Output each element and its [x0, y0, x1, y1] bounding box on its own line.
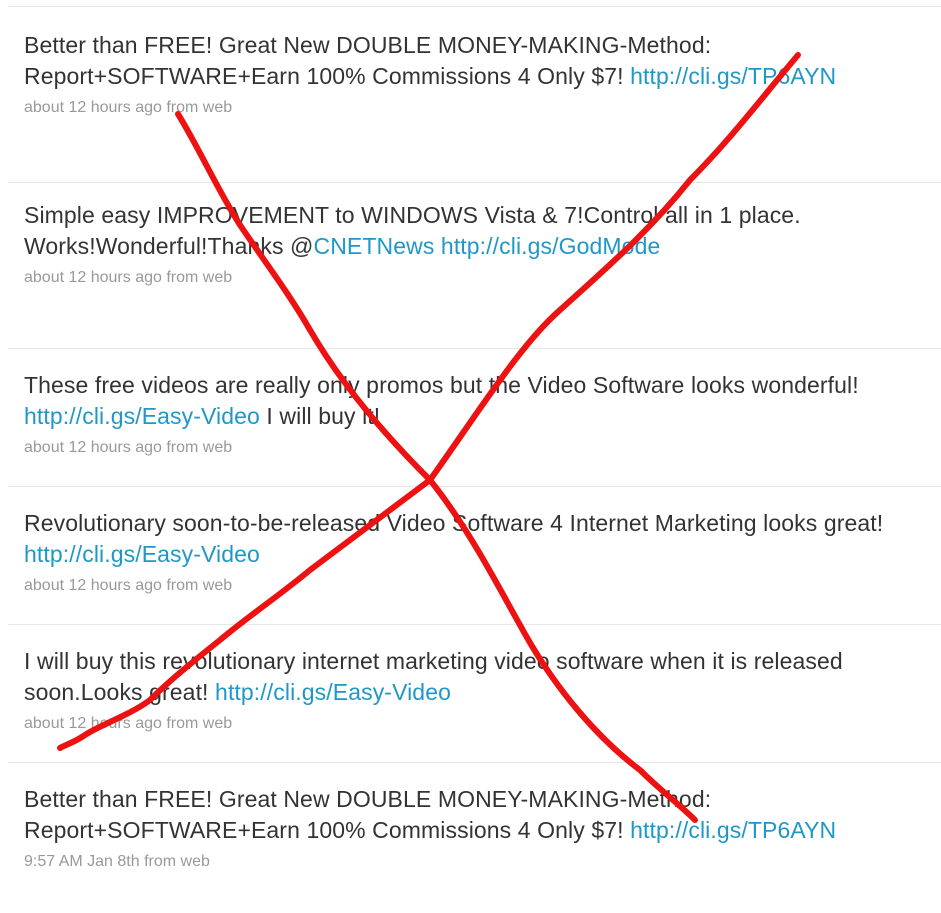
tweet-text: Revolutionary soon-to-be-released Video … [24, 510, 884, 567]
tweet-text: Better than FREE! Great New DOUBLE MONEY… [24, 786, 837, 843]
tweet-timestamp[interactable]: about 12 hours ago from web [8, 576, 941, 596]
tweet-item: These free videos are really only promos… [8, 370, 941, 487]
tweet-url-link[interactable]: http://cli.gs/GodMode [441, 233, 660, 259]
tweet-timestamp[interactable]: about 12 hours ago from web [8, 714, 941, 734]
tweet-text: I will buy this revolutionary internet m… [24, 648, 843, 705]
tweet-item: Better than FREE! Great New DOUBLE MONEY… [8, 30, 941, 183]
tweet-url-link[interactable]: http://cli.gs/Easy-Video [24, 403, 260, 429]
divider [8, 6, 941, 7]
tweet-item: Better than FREE! Great New DOUBLE MONEY… [8, 784, 941, 913]
tweet-item: Simple easy IMPROVEMENT to WINDOWS Vista… [8, 200, 941, 349]
tweet-timestamp[interactable]: 9:57 AM Jan 8th from web [8, 852, 941, 872]
tweet-timestamp[interactable]: about 12 hours ago from web [8, 268, 941, 288]
tweet-item: I will buy this revolutionary internet m… [8, 646, 941, 763]
tweet-timestamp[interactable]: about 12 hours ago from web [8, 438, 941, 458]
tweet-item: Revolutionary soon-to-be-released Video … [8, 508, 941, 625]
tweet-text: Simple easy IMPROVEMENT to WINDOWS Vista… [24, 202, 801, 259]
tweet-text: These free videos are really only promos… [24, 372, 859, 429]
page: Better than FREE! Great New DOUBLE MONEY… [0, 0, 941, 913]
tweet-url-link[interactable]: http://cli.gs/Easy-Video [215, 679, 451, 705]
tweet-text: Better than FREE! Great New DOUBLE MONEY… [24, 32, 837, 89]
tweet-url-link[interactable]: http://cli.gs/Easy-Video [24, 541, 260, 567]
tweet-url-link[interactable]: http://cli.gs/TP6AYN [630, 63, 836, 89]
tweet-url-link[interactable]: http://cli.gs/TP6AYN [630, 817, 836, 843]
tweet-timestamp[interactable]: about 12 hours ago from web [8, 98, 941, 118]
tweet-mention-link[interactable]: CNETNews [314, 233, 435, 259]
